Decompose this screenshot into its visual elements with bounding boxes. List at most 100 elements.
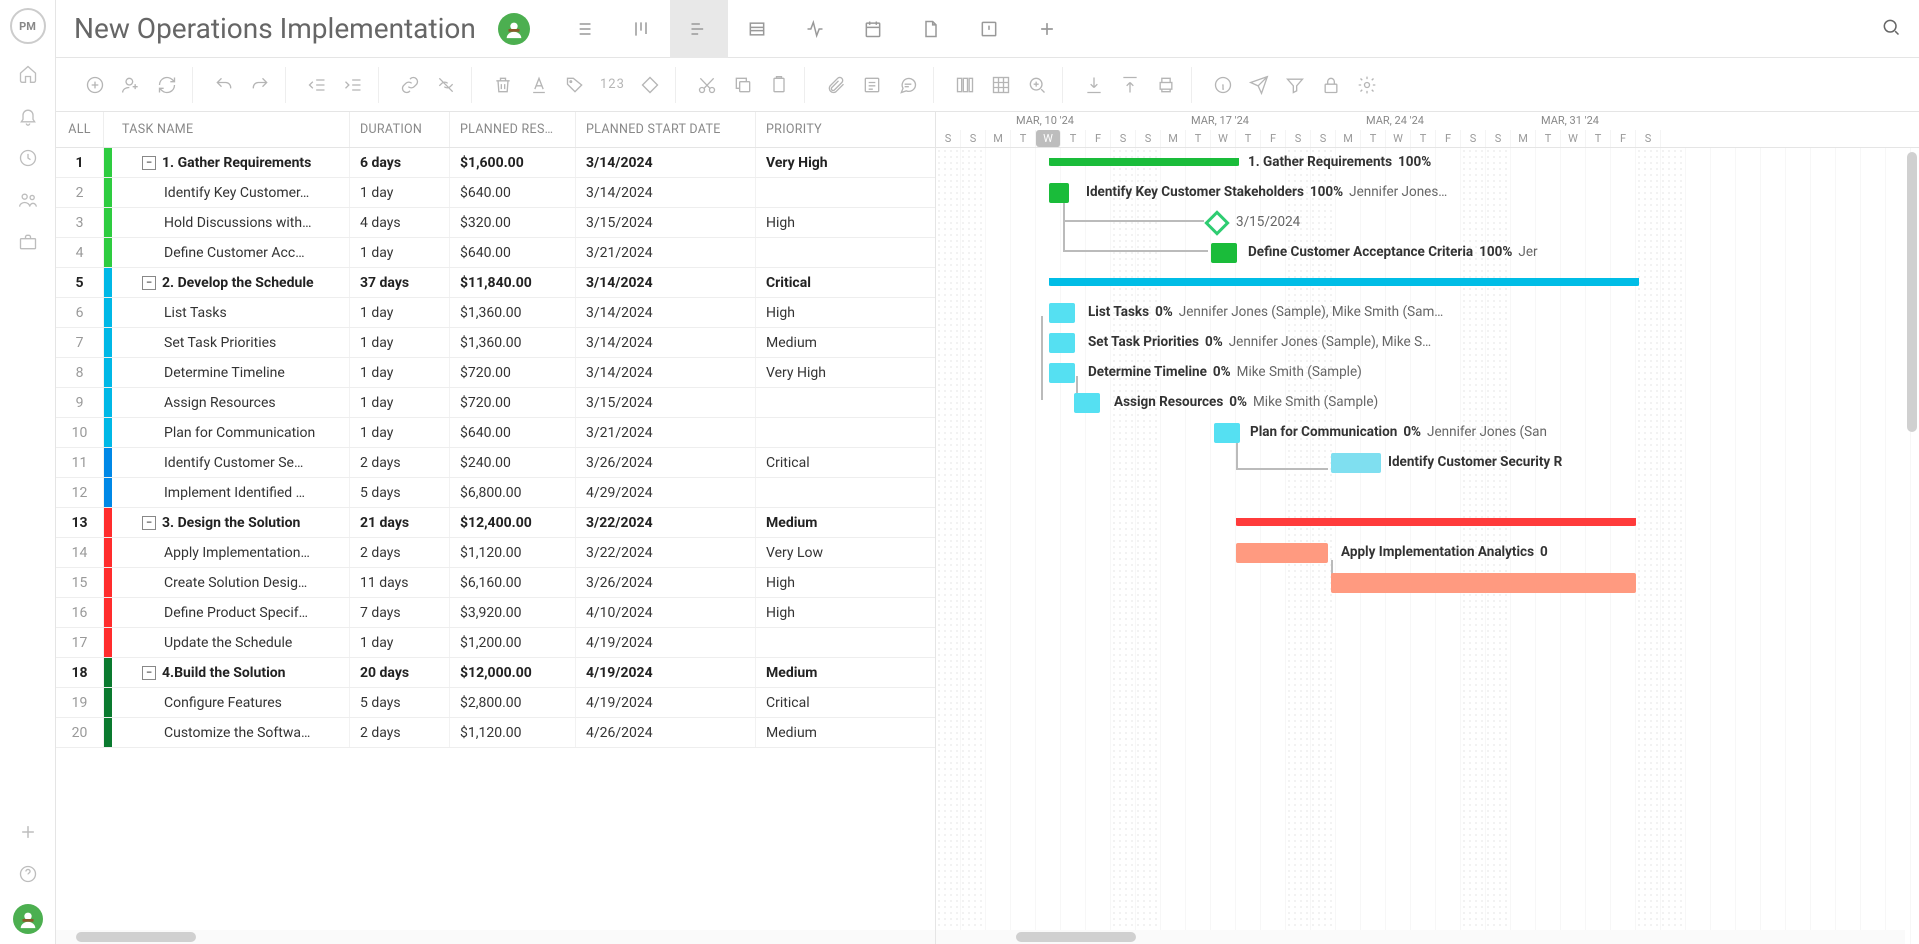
priority-cell[interactable]: High [756, 568, 876, 597]
start-date-cell[interactable]: 3/14/2024 [576, 328, 756, 357]
start-date-cell[interactable]: 3/26/2024 [576, 448, 756, 477]
priority-cell[interactable]: High [756, 598, 876, 627]
task-name-cell[interactable]: Implement Identified … [112, 478, 350, 507]
number-icon[interactable]: 123 [596, 70, 629, 100]
priority-cell[interactable]: Very High [756, 148, 876, 177]
task-name-cell[interactable]: List Tasks [112, 298, 350, 327]
resource-cell[interactable]: $720.00 [450, 358, 576, 387]
search-icon[interactable] [1881, 17, 1901, 41]
priority-cell[interactable] [756, 238, 876, 267]
gantt-summary-bar[interactable] [1049, 278, 1639, 286]
filter-icon[interactable] [1280, 70, 1310, 100]
copy-icon[interactable] [728, 70, 758, 100]
resource-cell[interactable]: $3,920.00 [450, 598, 576, 627]
duration-cell[interactable]: 21 days [350, 508, 450, 537]
expand-icon[interactable]: − [142, 666, 156, 680]
indent-icon[interactable] [338, 70, 368, 100]
resource-cell[interactable]: $640.00 [450, 238, 576, 267]
duration-cell[interactable]: 1 day [350, 628, 450, 657]
expand-icon[interactable]: − [142, 156, 156, 170]
start-date-cell[interactable]: 3/21/2024 [576, 418, 756, 447]
priority-cell[interactable]: Medium [756, 658, 876, 687]
import-icon[interactable] [1079, 70, 1109, 100]
start-date-cell[interactable]: 3/14/2024 [576, 178, 756, 207]
link-icon[interactable] [395, 70, 425, 100]
app-logo[interactable]: PM [10, 8, 46, 44]
grid-hscroll[interactable] [56, 930, 935, 944]
gantt-task-bar[interactable] [1331, 453, 1381, 473]
gantt-task-bar[interactable] [1049, 333, 1075, 353]
start-date-cell[interactable]: 4/19/2024 [576, 628, 756, 657]
nav-briefcase-icon[interactable] [16, 230, 40, 254]
gantt-hscroll[interactable] [936, 930, 1905, 944]
priority-cell[interactable]: Critical [756, 688, 876, 717]
cut-icon[interactable] [692, 70, 722, 100]
start-date-cell[interactable]: 3/21/2024 [576, 238, 756, 267]
resource-cell[interactable]: $640.00 [450, 178, 576, 207]
priority-cell[interactable]: High [756, 208, 876, 237]
gantt-task-bar[interactable] [1049, 183, 1069, 203]
task-row[interactable]: 11Identify Customer Se…2 days$240.003/26… [56, 448, 935, 478]
col-resource[interactable]: PLANNED RES… [450, 112, 576, 147]
task-name-cell[interactable]: Configure Features [112, 688, 350, 717]
tag-icon[interactable] [560, 70, 590, 100]
task-name-cell[interactable]: −4.Build the Solution [112, 658, 350, 687]
view-tab-risk[interactable] [960, 0, 1018, 58]
gantt-summary-bar[interactable] [1049, 158, 1239, 166]
duration-cell[interactable]: 5 days [350, 688, 450, 717]
delete-icon[interactable] [488, 70, 518, 100]
task-row[interactable]: 9Assign Resources1 day$720.003/15/2024 [56, 388, 935, 418]
gantt-summary-bar[interactable] [1236, 518, 1636, 526]
priority-cell[interactable]: High [756, 298, 876, 327]
gantt-task-bar[interactable] [1211, 243, 1237, 263]
task-row[interactable]: 7Set Task Priorities1 day$1,360.003/14/2… [56, 328, 935, 358]
task-row[interactable]: 19Configure Features5 days$2,800.004/19/… [56, 688, 935, 718]
resource-cell[interactable]: $2,800.00 [450, 688, 576, 717]
resource-cell[interactable]: $1,120.00 [450, 538, 576, 567]
task-name-cell[interactable]: Hold Discussions with… [112, 208, 350, 237]
nav-help-icon[interactable] [16, 862, 40, 886]
gantt-task-bar[interactable] [1049, 303, 1075, 323]
col-name[interactable]: TASK NAME [112, 112, 350, 147]
gantt-task-bar[interactable] [1236, 543, 1328, 563]
gantt-task-bar[interactable] [1049, 363, 1075, 383]
priority-cell[interactable] [756, 628, 876, 657]
view-tab-file[interactable] [902, 0, 960, 58]
duration-cell[interactable]: 1 day [350, 418, 450, 447]
duration-cell[interactable]: 37 days [350, 268, 450, 297]
start-date-cell[interactable]: 4/29/2024 [576, 478, 756, 507]
resource-cell[interactable]: $720.00 [450, 388, 576, 417]
duration-cell[interactable]: 4 days [350, 208, 450, 237]
task-row[interactable]: 10Plan for Communication1 day$640.003/21… [56, 418, 935, 448]
task-row[interactable]: 16Define Product Specif…7 days$3,920.004… [56, 598, 935, 628]
start-date-cell[interactable]: 3/26/2024 [576, 568, 756, 597]
duration-cell[interactable]: 1 day [350, 178, 450, 207]
task-row[interactable]: 6List Tasks1 day$1,360.003/14/2024High [56, 298, 935, 328]
user-avatar-small[interactable] [13, 904, 43, 934]
milestone-icon[interactable] [635, 70, 665, 100]
undo-icon[interactable] [209, 70, 239, 100]
priority-cell[interactable] [756, 178, 876, 207]
paste-icon[interactable] [764, 70, 794, 100]
priority-cell[interactable] [756, 418, 876, 447]
start-date-cell[interactable]: 3/14/2024 [576, 268, 756, 297]
view-tab-gantt[interactable] [670, 0, 728, 58]
resource-cell[interactable]: $12,400.00 [450, 508, 576, 537]
task-row[interactable]: 17Update the Schedule1 day$1,200.004/19/… [56, 628, 935, 658]
attachment-icon[interactable] [821, 70, 851, 100]
duration-cell[interactable]: 6 days [350, 148, 450, 177]
task-name-cell[interactable]: Define Product Specif… [112, 598, 350, 627]
duration-cell[interactable]: 20 days [350, 658, 450, 687]
resource-cell[interactable]: $1,360.00 [450, 328, 576, 357]
col-start[interactable]: PLANNED START DATE [576, 112, 756, 147]
gear-icon[interactable] [1352, 70, 1382, 100]
duration-cell[interactable]: 1 day [350, 298, 450, 327]
start-date-cell[interactable]: 4/26/2024 [576, 718, 756, 747]
duration-cell[interactable]: 7 days [350, 598, 450, 627]
resource-cell[interactable]: $6,160.00 [450, 568, 576, 597]
start-date-cell[interactable]: 3/14/2024 [576, 358, 756, 387]
zoom-icon[interactable] [1022, 70, 1052, 100]
start-date-cell[interactable]: 3/22/2024 [576, 538, 756, 567]
task-name-cell[interactable]: Assign Resources [112, 388, 350, 417]
priority-cell[interactable]: Critical [756, 448, 876, 477]
